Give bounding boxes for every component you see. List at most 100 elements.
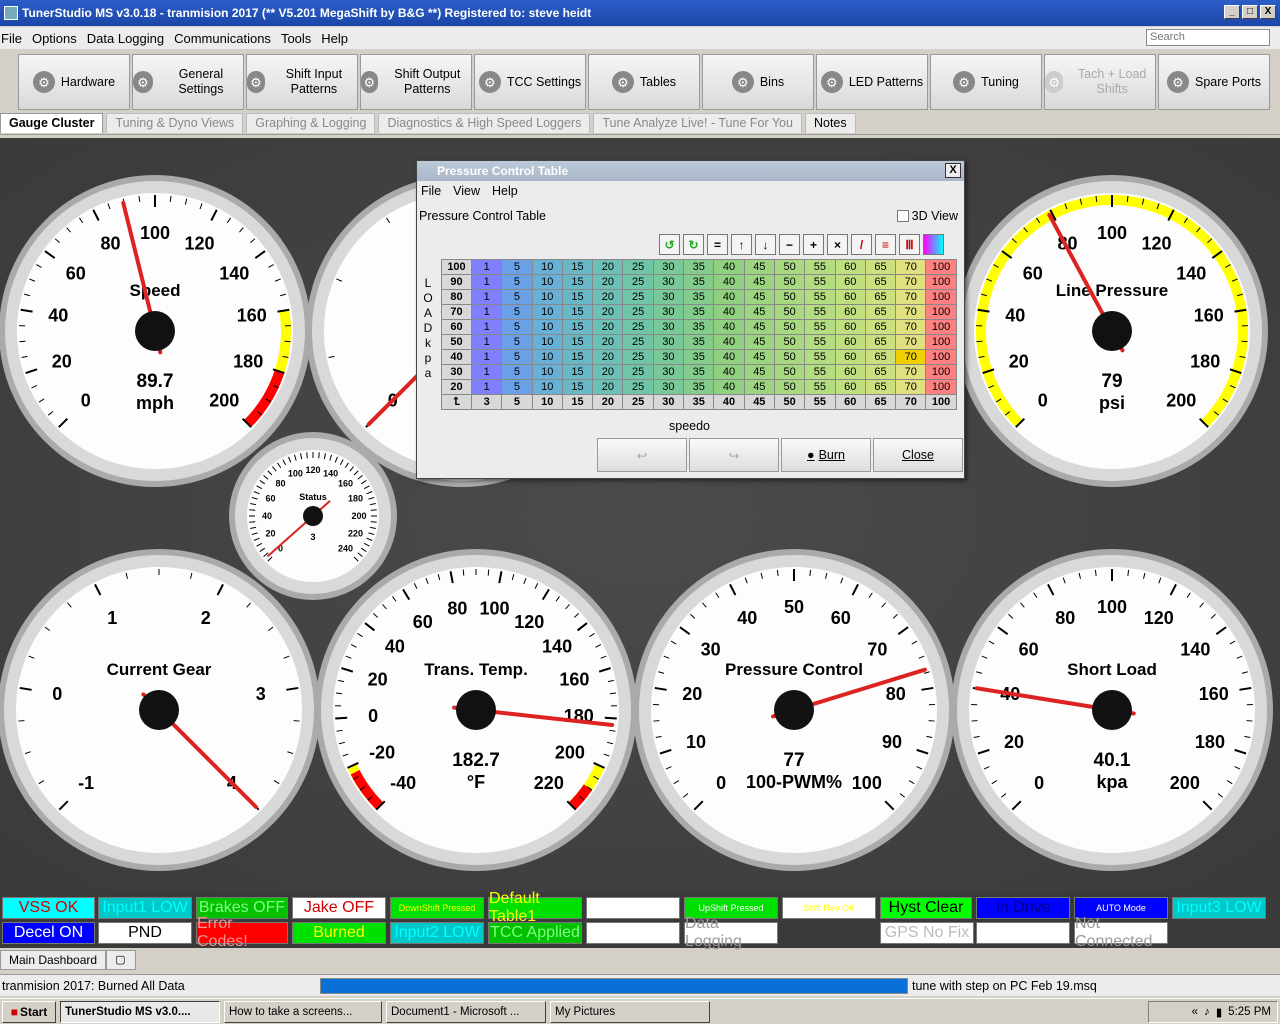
table-cell[interactable]: 45 [743, 259, 775, 275]
toolbar-tables-button[interactable]: ⚙ Tables [588, 54, 700, 110]
column-header[interactable]: 15 [561, 394, 594, 410]
table-cell[interactable]: 45 [743, 334, 775, 350]
table-cell[interactable]: 70 [895, 289, 927, 305]
table-cell[interactable]: 1 [470, 304, 503, 320]
table-cell[interactable]: 30 [652, 334, 685, 350]
table-cell[interactable]: 10 [531, 379, 563, 395]
toolbar-bins-button[interactable]: ⚙ Bins [702, 54, 814, 110]
table-cell[interactable]: 100 [925, 259, 957, 275]
table-cell[interactable]: 35 [683, 274, 715, 290]
table-cell[interactable]: 1 [470, 274, 503, 290]
table-cell[interactable]: 35 [683, 334, 715, 350]
table-cell[interactable]: 20 [592, 259, 624, 275]
table-cell[interactable]: 10 [531, 259, 563, 275]
table-cell[interactable]: 40 [713, 274, 745, 290]
toolbar-shift-output-patterns-button[interactable]: ⚙ Shift Output Patterns [360, 54, 472, 110]
table-cell[interactable]: 65 [864, 334, 897, 350]
minimize-button[interactable]: _ [1224, 5, 1240, 19]
table-cell[interactable]: 25 [622, 289, 654, 305]
table-cell[interactable]: 15 [561, 304, 594, 320]
table-cell[interactable]: 60 [834, 304, 866, 320]
table-cell[interactable]: 70 [895, 274, 927, 290]
close-dialog-button[interactable]: Close [873, 438, 963, 472]
row-header[interactable]: 20 [441, 379, 472, 395]
table-cell[interactable]: 15 [561, 334, 594, 350]
table-cell[interactable]: 65 [864, 349, 897, 365]
table-cell[interactable]: 50 [773, 319, 806, 335]
table-cell[interactable]: 55 [804, 334, 836, 350]
dialog-menu-file[interactable]: File [421, 184, 441, 198]
tab-notes[interactable]: Notes [804, 113, 856, 133]
row-header[interactable]: 90 [441, 274, 472, 290]
table-cell[interactable]: 60 [834, 289, 866, 305]
table-cell[interactable]: 65 [864, 259, 897, 275]
search-input[interactable]: Search [1146, 29, 1270, 46]
column-header[interactable]: 10 [531, 394, 563, 410]
table-cell[interactable]: 40 [713, 379, 745, 395]
row-header[interactable]: 40 [441, 349, 472, 365]
row-header[interactable]: 30 [441, 364, 472, 380]
column-header[interactable]: 65 [864, 394, 897, 410]
table-cell[interactable]: 45 [743, 364, 775, 380]
maximize-button[interactable]: □ [1242, 5, 1258, 19]
toolbar-led-patterns-button[interactable]: ⚙ LED Patterns [816, 54, 928, 110]
table-cell[interactable]: 50 [773, 259, 806, 275]
table-cell[interactable]: 5 [501, 274, 533, 290]
table-cell[interactable]: 20 [592, 274, 624, 290]
table-cell[interactable]: 65 [864, 364, 897, 380]
horizontal-smooth-icon[interactable]: ≡ [875, 234, 896, 255]
table-cell[interactable]: 5 [501, 319, 533, 335]
table-cell[interactable]: 55 [804, 259, 836, 275]
table-cell[interactable]: 60 [834, 364, 866, 380]
table-cell[interactable]: 1 [470, 379, 503, 395]
menu-data-logging[interactable]: Data Logging [87, 31, 164, 46]
table-cell[interactable]: 5 [501, 379, 533, 395]
task-word[interactable]: Document1 - Microsoft ... [386, 1000, 546, 1023]
up-arrow-icon[interactable]: ↑ [731, 234, 752, 255]
table-cell[interactable]: 15 [561, 319, 594, 335]
table-cell[interactable]: 40 [713, 349, 745, 365]
tab-graphing-logging[interactable]: Graphing & Logging [246, 113, 376, 133]
table-cell[interactable]: 55 [804, 379, 836, 395]
tab-main-dashboard[interactable]: Main Dashboard [0, 950, 107, 970]
table-cell[interactable]: 70 [895, 304, 927, 320]
table-cell[interactable]: 15 [561, 259, 594, 275]
tab-tuning-dyno[interactable]: Tuning & Dyno Views [106, 113, 244, 133]
table-cell[interactable]: 30 [652, 364, 685, 380]
table-cell[interactable]: 50 [773, 364, 806, 380]
redo-green-icon[interactable]: ↻ [683, 234, 704, 255]
table-cell[interactable]: 10 [531, 334, 563, 350]
table-cell[interactable]: 25 [622, 274, 654, 290]
table-cell[interactable]: 25 [622, 379, 654, 395]
menu-communications[interactable]: Communications [174, 31, 271, 46]
table-cell[interactable]: 20 [592, 379, 624, 395]
table-cell[interactable]: 45 [743, 319, 775, 335]
table-cell[interactable]: 70 [895, 364, 927, 380]
equal-icon[interactable]: = [707, 234, 728, 255]
axis-swap-icon[interactable]: ⮤ [441, 394, 472, 410]
menu-options[interactable]: Options [32, 31, 77, 46]
table-cell[interactable]: 15 [561, 379, 594, 395]
table-cell[interactable]: 5 [501, 364, 533, 380]
table-cell[interactable]: 65 [864, 274, 897, 290]
table-cell[interactable]: 40 [713, 334, 745, 350]
table-cell[interactable]: 30 [652, 379, 685, 395]
table-cell[interactable]: 30 [652, 274, 685, 290]
table-cell[interactable]: 10 [531, 349, 563, 365]
table-cell[interactable]: 100 [925, 304, 957, 320]
table-cell[interactable]: 45 [743, 274, 775, 290]
table-cell[interactable]: 10 [531, 364, 563, 380]
table-cell[interactable]: 20 [592, 304, 624, 320]
table-cell[interactable]: 55 [804, 304, 836, 320]
table-cell[interactable]: 65 [864, 379, 897, 395]
toolbar-tuning-button[interactable]: ⚙ Tuning [930, 54, 1042, 110]
table-cell[interactable]: 100 [925, 349, 957, 365]
table-cell[interactable]: 100 [925, 334, 957, 350]
table-cell[interactable]: 100 [925, 274, 957, 290]
color-shade-icon[interactable] [923, 234, 944, 255]
volume-icon[interactable]: ♪ [1204, 1006, 1210, 1018]
table-cell[interactable]: 25 [622, 259, 654, 275]
table-cell[interactable]: 45 [743, 304, 775, 320]
table-cell[interactable]: 20 [592, 364, 624, 380]
table-cell[interactable]: 30 [652, 304, 685, 320]
